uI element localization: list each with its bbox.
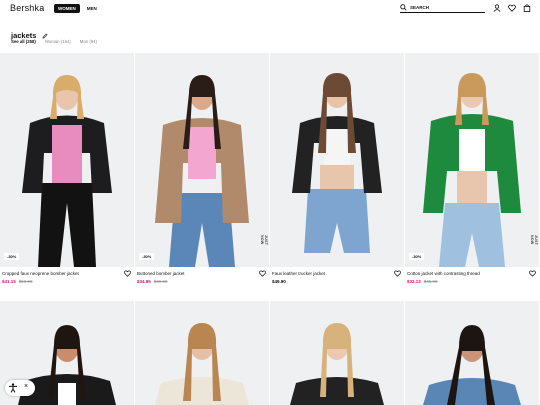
filter-woman[interactable]: Woman (164) (45, 39, 71, 44)
product-photo-illustration (135, 301, 269, 405)
header-icons (493, 4, 531, 12)
heart-icon[interactable] (508, 4, 516, 12)
wishlist-heart-icon[interactable] (124, 270, 131, 277)
product-name[interactable]: Cotton jacket with contrasting thread (407, 271, 480, 276)
original-price: $49.90 (153, 279, 168, 284)
original-price: $59.90 (18, 279, 33, 284)
discount-badge: -30% (4, 253, 20, 260)
wishlist-heart-icon[interactable] (529, 270, 536, 277)
filter-see-all[interactable]: See all (258) (11, 39, 36, 44)
wishlist-heart-icon[interactable] (394, 270, 401, 277)
product-prices: $34.95 $49.90 (137, 279, 168, 284)
filter-man[interactable]: Man (94) (80, 39, 97, 44)
product-prices: $41.15 $59.90 (2, 279, 33, 284)
search-label: SEARCH (410, 5, 430, 10)
sale-price: $41.15 (2, 279, 16, 284)
price: $49.90 (272, 279, 286, 284)
filter-tabs: See all (258) Woman (164) Man (94) (11, 39, 97, 44)
product-image[interactable] (405, 53, 539, 267)
brand-logo[interactable]: Bershka (10, 3, 44, 13)
tab-men[interactable]: MEN (83, 4, 101, 13)
just-now-tag: JUST NOW (260, 235, 268, 246)
product-photo-illustration (270, 53, 404, 267)
product-image[interactable] (135, 301, 269, 405)
tab-women[interactable]: WOMEN (54, 4, 80, 13)
product-name[interactable]: Faux leather trucker jacket (272, 271, 325, 276)
product-prices: $49.90 (272, 279, 286, 284)
product-image[interactable] (405, 301, 539, 405)
product-photo-illustration (405, 53, 539, 267)
close-icon[interactable]: × (24, 383, 28, 390)
product-name[interactable]: Cropped faux neoprene bomber jacket (2, 271, 79, 276)
user-icon[interactable] (493, 4, 501, 12)
original-price: $45.90 (423, 279, 438, 284)
product-photo-illustration (270, 301, 404, 405)
gender-tabs: WOMEN MEN (54, 4, 101, 13)
just-now-tag: JUST NOW (530, 235, 538, 246)
bag-icon[interactable] (523, 4, 531, 12)
product-image[interactable] (270, 301, 404, 405)
product-name[interactable]: Buttoned bomber jacket (137, 271, 185, 276)
sale-price: $34.95 (137, 279, 151, 284)
accessibility-widget[interactable]: × (5, 380, 35, 396)
product-image[interactable] (0, 53, 134, 267)
discount-badge: -30% (409, 253, 425, 260)
product-image[interactable] (270, 53, 404, 267)
top-bar: Bershka WOMEN MEN SEARCH (0, 0, 540, 18)
product-prices: $32.13 $45.90 (407, 279, 438, 284)
discount-badge: -30% (139, 253, 155, 260)
product-photo-illustration (0, 53, 134, 267)
search-icon (400, 4, 407, 11)
search-box[interactable]: SEARCH (400, 4, 485, 13)
sale-price: $32.13 (407, 279, 421, 284)
pencil-icon[interactable] (42, 32, 48, 39)
wishlist-heart-icon[interactable] (259, 270, 266, 277)
product-photo-illustration (135, 53, 269, 267)
product-image[interactable] (135, 53, 269, 267)
accessibility-icon[interactable] (8, 383, 18, 393)
product-photo-illustration (405, 301, 539, 405)
